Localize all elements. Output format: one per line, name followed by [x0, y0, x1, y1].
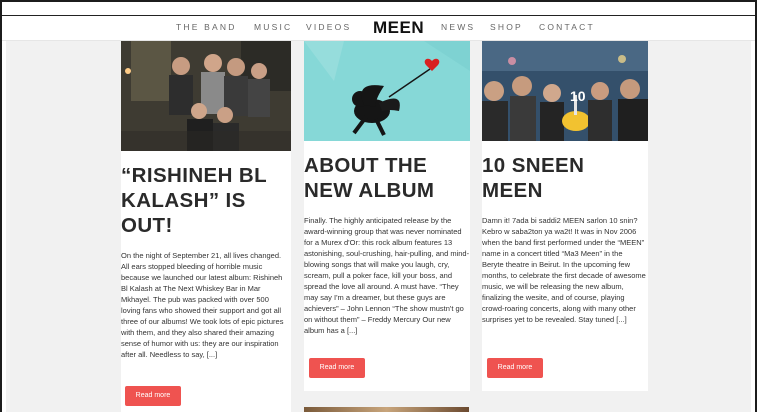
svg-text:10: 10: [570, 88, 586, 104]
post-image-cupid[interactable]: [304, 41, 470, 141]
read-more-button[interactable]: Read more: [309, 358, 365, 378]
posts-grid: “RISHINEH BL KALASH” IS OUT! On the nigh…: [6, 41, 751, 412]
post-card: ABOUT THE NEW ALBUM Finally. The highly …: [304, 41, 470, 391]
nav-item-music[interactable]: MUSIC: [254, 22, 292, 32]
post-excerpt: Finally. The highly anticipated release …: [304, 216, 470, 335]
read-more-button[interactable]: Read more: [125, 386, 181, 406]
nav-item-news[interactable]: NEWS: [441, 22, 475, 32]
nav-item-videos[interactable]: VIDEOS: [306, 22, 351, 32]
window-top-bar: [2, 2, 755, 16]
post-card: 10 10 SNEEN MEEN Damn it! 7ada bi saddi2…: [482, 41, 648, 391]
post-excerpt: Damn it! 7ada bi saddi2 MEEN sarlon 10 s…: [482, 216, 646, 324]
post-title[interactable]: “RISHINEH BL KALASH” IS OUT!: [121, 163, 281, 238]
main-navigation: THE BAND MUSIC VIDEOS MEEN NEWS SHOP CON…: [2, 16, 755, 41]
cupid-illustration: [304, 41, 470, 141]
nav-item-the-band[interactable]: THE BAND: [176, 22, 237, 32]
post-excerpt: On the night of September 21, all lives …: [121, 251, 284, 359]
post-title[interactable]: 10 SNEEN MEEN: [482, 153, 642, 203]
browser-viewport: THE BAND MUSIC VIDEOS MEEN NEWS SHOP CON…: [2, 2, 755, 412]
nav-item-contact[interactable]: CONTACT: [539, 22, 595, 32]
nav-item-shop[interactable]: SHOP: [490, 22, 523, 32]
post-title[interactable]: ABOUT THE NEW ALBUM: [304, 153, 464, 203]
next-post-image-preview[interactable]: [304, 407, 469, 412]
post-image-band-photo[interactable]: [121, 41, 291, 151]
read-more-button[interactable]: Read more: [487, 358, 543, 378]
post-image-celebration[interactable]: 10: [482, 41, 648, 141]
post-card: “RISHINEH BL KALASH” IS OUT! On the nigh…: [121, 41, 291, 412]
site-logo[interactable]: MEEN: [373, 18, 424, 38]
band-photo-illustration: [121, 41, 291, 151]
celebration-illustration: 10: [482, 41, 648, 141]
